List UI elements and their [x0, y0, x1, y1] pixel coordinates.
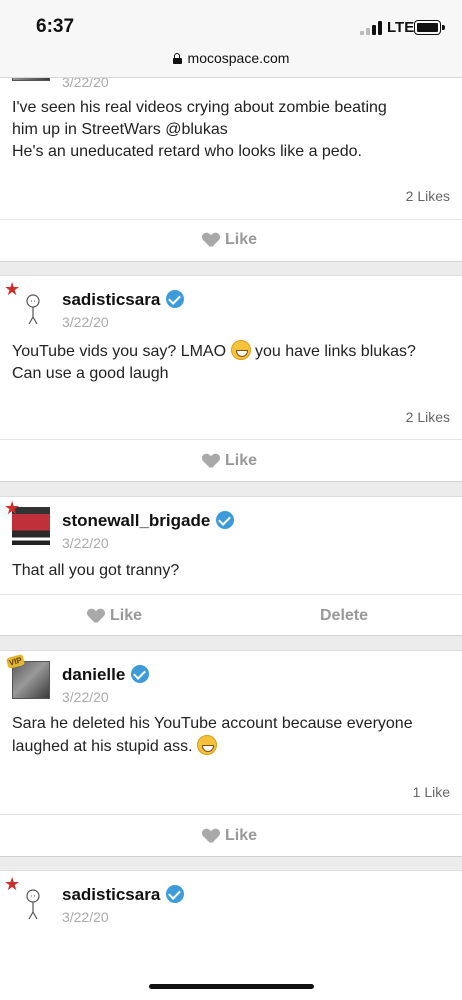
rank-star-icon: ★	[4, 874, 21, 894]
username[interactable]: stonewall_brigade	[62, 511, 235, 531]
heart-icon	[88, 609, 104, 624]
username[interactable]: danielle	[62, 665, 150, 685]
heart-icon	[203, 454, 219, 469]
rank-star-icon: ★	[4, 498, 21, 518]
comment-date: 3/22/20	[62, 909, 109, 925]
divider	[0, 219, 462, 220]
avatar[interactable]: ★	[4, 875, 50, 921]
signal-icon	[360, 21, 382, 35]
heart-icon	[203, 829, 219, 844]
comment-text: That all you got tranny?	[12, 562, 180, 579]
heart-icon	[203, 233, 219, 248]
username[interactable]: sadisticsara	[62, 290, 185, 310]
verified-badge-icon	[166, 290, 185, 308]
status-time: 6:37	[36, 16, 75, 37]
url-text: mocospace.com	[187, 50, 290, 66]
likes-count[interactable]: 2 Likes	[406, 409, 450, 425]
battery-icon	[414, 20, 445, 35]
divider	[0, 814, 462, 815]
home-indicator[interactable]	[149, 984, 314, 989]
verified-badge-icon	[166, 885, 185, 903]
vip-badge-icon: VIP	[5, 653, 26, 670]
browser-header: 6:37 LTE mocospace.com	[0, 0, 462, 78]
avatar[interactable]: VIP	[5, 653, 50, 699]
verified-badge-icon	[131, 665, 150, 683]
laughing-emoji-icon	[230, 340, 251, 360]
comment-card: VIP danielle 3/22/20 Sara he deleted his…	[0, 650, 462, 857]
comment-card: ★ stonewall_brigade 3/22/20 That all you…	[0, 496, 462, 636]
like-button[interactable]: Like	[203, 452, 257, 470]
lock-icon	[172, 53, 182, 64]
grinning-emoji-icon	[197, 735, 218, 755]
username[interactable]: sadisticsara	[62, 885, 185, 905]
address-bar[interactable]: mocospace.com	[0, 50, 462, 66]
avatar[interactable]: ★	[4, 280, 50, 326]
comment-card: ★ sadisticsara 3/22/20 YouTube vids you …	[0, 275, 462, 482]
like-button[interactable]: Like	[203, 231, 257, 249]
likes-count[interactable]: 1 Like	[413, 784, 450, 800]
avatar[interactable]: ★	[4, 499, 50, 545]
divider	[0, 594, 462, 595]
like-button[interactable]: Like	[203, 827, 257, 845]
comment-card: ★ sadisticsara 3/22/20	[0, 870, 462, 1000]
comment-date: 3/22/20	[62, 314, 109, 330]
verified-badge-icon	[216, 511, 235, 529]
rank-star-icon: ★	[4, 279, 21, 299]
comment-text: I've seen his real videos crying about z…	[12, 99, 387, 160]
network-type: LTE	[387, 19, 415, 36]
comment-date: 3/22/20	[62, 535, 109, 551]
comment-text: YouTube vids you say? LMAO you have link…	[12, 340, 452, 385]
likes-count[interactable]: 2 Likes	[406, 188, 450, 204]
comment-text: Sara he deleted his YouTube account beca…	[12, 715, 413, 755]
like-button[interactable]: Like	[88, 607, 142, 625]
divider	[0, 439, 462, 440]
comment-date: 3/22/20	[62, 689, 109, 705]
delete-button[interactable]: Delete	[320, 607, 368, 625]
